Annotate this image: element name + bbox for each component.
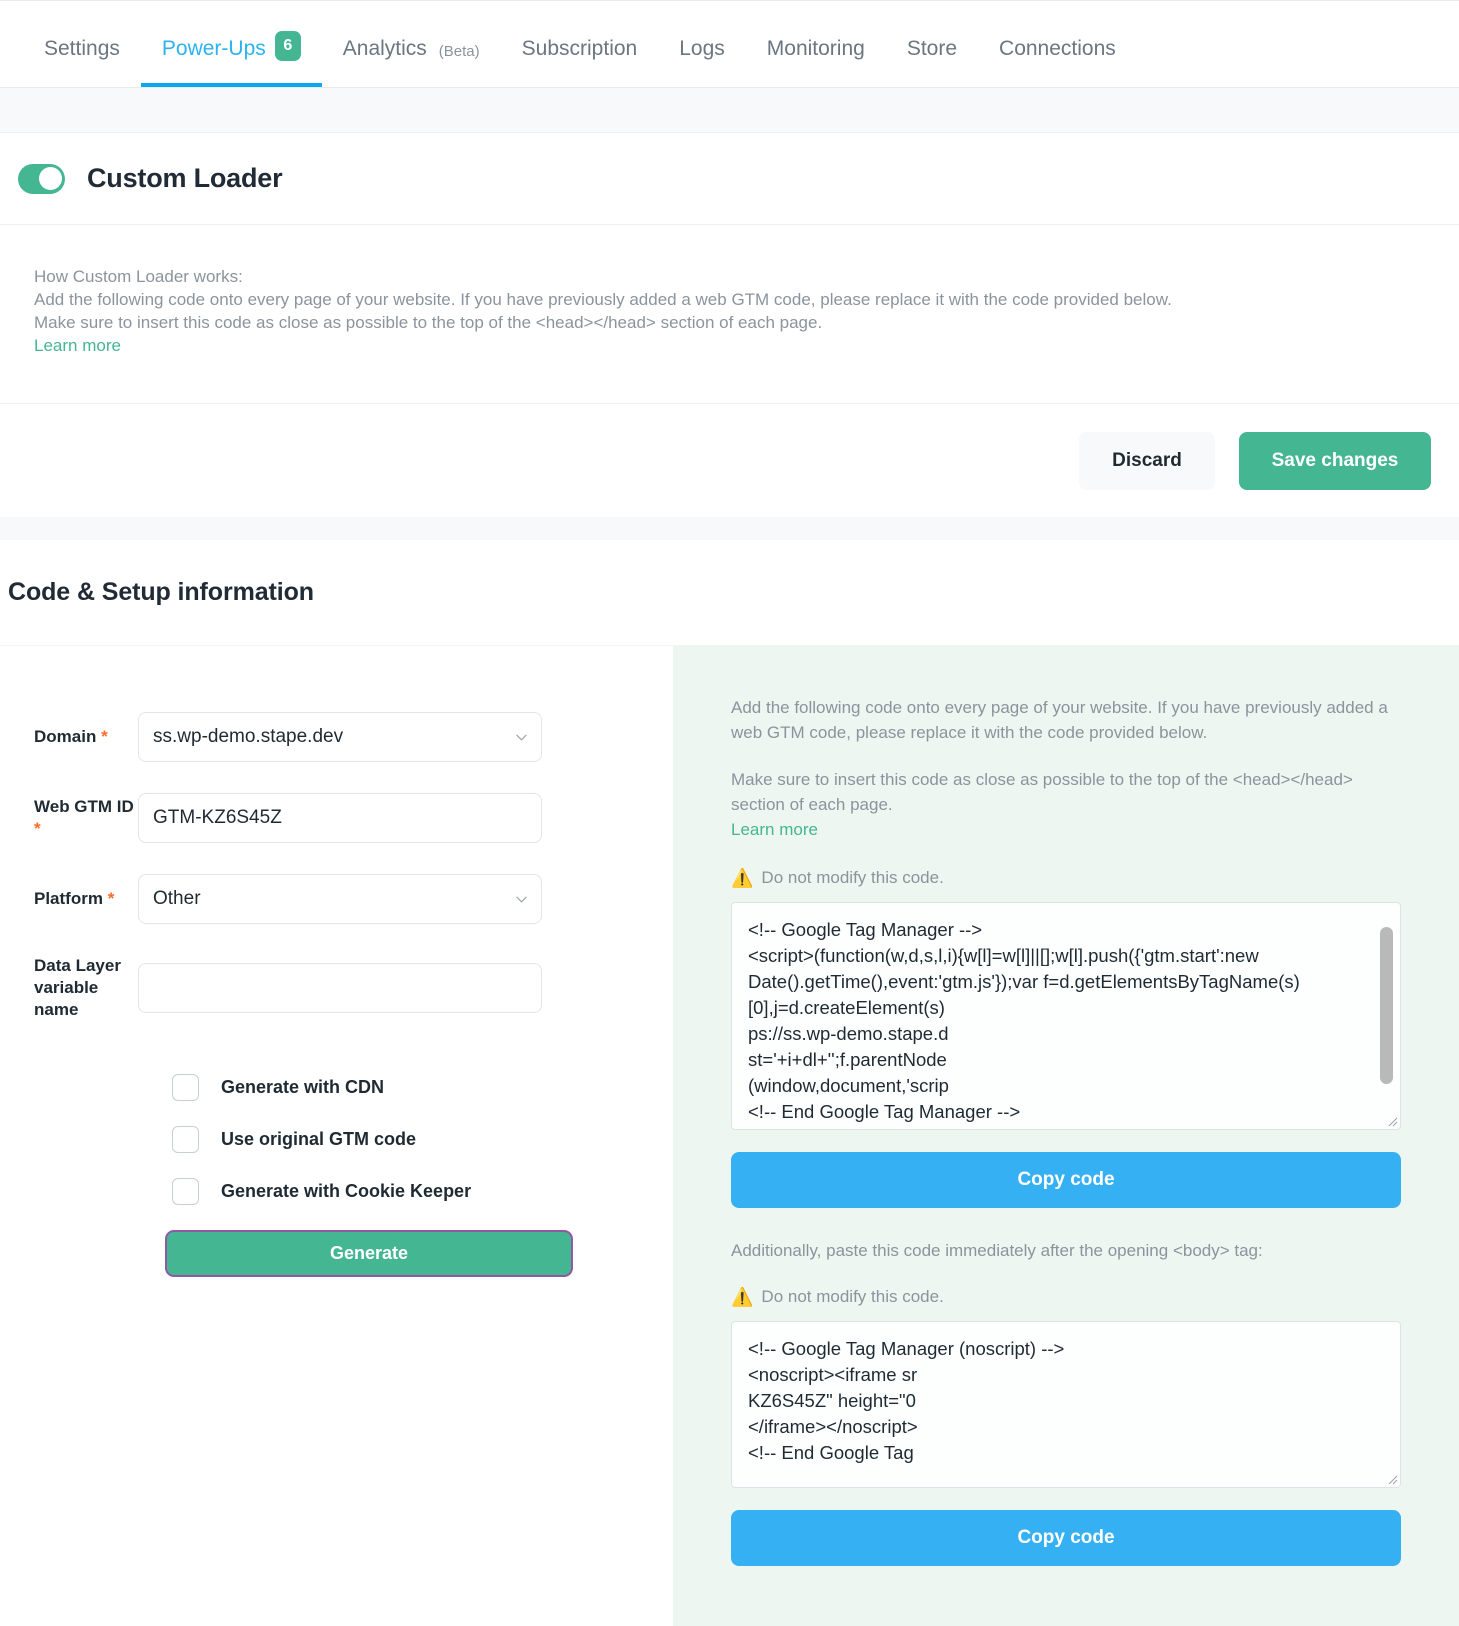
generate-with-cdn-label: Generate with CDN: [221, 1077, 385, 1097]
tab-store-label: Store: [906, 37, 958, 60]
web-gtm-id-label-text: Web GTM ID: [34, 797, 134, 816]
data-layer-variable-input[interactable]: [138, 963, 542, 1013]
generate-button[interactable]: Generate: [165, 1230, 573, 1277]
howto-learn-more-link[interactable]: Learn more: [34, 336, 121, 355]
tab-list: Settings Power-Ups 6 Analytics (Beta) Su…: [44, 1, 1137, 87]
tab-connections-label: Connections: [999, 37, 1116, 60]
tab-logs-label: Logs: [679, 37, 725, 60]
how-it-works-block: How Custom Loader works: Add the followi…: [0, 225, 1459, 404]
domain-select[interactable]: ss.wp-demo.stape.dev: [138, 712, 542, 762]
checkbox-row-generate-with-cdn: Generate with CDN: [172, 1074, 673, 1101]
web-gtm-id-label: Web GTM ID *: [0, 796, 138, 840]
tab-logs[interactable]: Logs: [658, 1, 746, 87]
howto-line-2: Make sure to insert this code as close a…: [34, 313, 823, 332]
generate-button-wrapper: Generate: [165, 1230, 573, 1277]
right-panel-learn-more-link[interactable]: Learn more: [731, 820, 818, 839]
custom-loader-toggle[interactable]: [18, 163, 65, 194]
head-code-textarea[interactable]: <!-- Google Tag Manager --> <script>(fun…: [731, 902, 1401, 1130]
head-code-scrollbar-thumb[interactable]: [1380, 927, 1393, 1084]
save-changes-button[interactable]: Save changes: [1239, 431, 1431, 490]
tab-power-ups-badge: 6: [274, 31, 301, 61]
tab-analytics[interactable]: Analytics (Beta): [322, 1, 501, 87]
data-layer-variable-label: Data Layer variable name: [34, 956, 121, 1019]
platform-select[interactable]: Other: [138, 874, 542, 924]
generate-with-cookie-keeper-label: Generate with Cookie Keeper: [221, 1181, 472, 1201]
setup-form-panel: Domain * ss.wp-demo.stape.dev Web GTM ID…: [0, 645, 673, 1626]
field-row-platform: Platform * Other: [0, 874, 673, 924]
generate-with-cdn-checkbox[interactable]: [172, 1074, 199, 1101]
platform-label: Platform *: [0, 888, 138, 910]
copy-head-code-button[interactable]: Copy code: [731, 1152, 1401, 1208]
tab-power-ups-label: Power-Ups: [161, 37, 266, 60]
right-panel-intro-1: Add the following code onto every page o…: [731, 698, 1388, 742]
tab-subscription-label: Subscription: [521, 37, 638, 60]
toggle-knob: [39, 167, 62, 190]
right-panel-intro-2: Make sure to insert this code as close a…: [731, 770, 1353, 814]
warning-icon: ⚠️: [731, 1287, 754, 1307]
field-row-web-gtm-id: Web GTM ID * GTM-KZ6S45Z: [0, 793, 673, 843]
platform-label-text: Platform: [34, 889, 103, 908]
web-gtm-id-required-marker: *: [34, 819, 41, 838]
custom-loader-header: Custom Loader: [0, 133, 1459, 225]
domain-label-text: Domain: [34, 727, 97, 746]
howto-heading: How Custom Loader works:: [34, 267, 243, 286]
tab-power-ups[interactable]: Power-Ups 6: [140, 1, 322, 87]
tab-analytics-label: Analytics: [342, 37, 427, 60]
howto-line-1: Add the following code onto every page o…: [34, 290, 1172, 309]
code-setup-wrapper: Domain * ss.wp-demo.stape.dev Web GTM ID…: [0, 645, 1459, 1626]
tab-store[interactable]: Store: [886, 1, 978, 87]
warning-line-head-code: ⚠️ Do not modify this code.: [731, 868, 1401, 888]
field-row-data-layer-variable: Data Layer variable name: [0, 955, 673, 1021]
tab-settings-label: Settings: [44, 37, 120, 60]
checkbox-row-use-original-gtm-code: Use original GTM code: [172, 1126, 673, 1153]
checkbox-row-generate-with-cookie-keeper: Generate with Cookie Keeper: [172, 1178, 673, 1205]
warning-line-body-code: ⚠️ Do not modify this code.: [731, 1287, 1401, 1307]
data-layer-variable-control: [138, 963, 542, 1013]
tab-connections[interactable]: Connections: [978, 1, 1137, 87]
platform-control: Other: [138, 874, 542, 924]
field-row-domain: Domain * ss.wp-demo.stape.dev: [0, 712, 673, 762]
domain-required-marker: *: [101, 727, 108, 746]
discard-button[interactable]: Discard: [1079, 431, 1215, 490]
copy-body-code-button[interactable]: Copy code: [731, 1510, 1401, 1566]
tab-analytics-beta-label: (Beta): [438, 43, 480, 60]
tab-monitoring-label: Monitoring: [766, 37, 865, 60]
body-code-content: <!-- Google Tag Manager (noscript) --> <…: [748, 1338, 1065, 1463]
use-original-gtm-code-checkbox[interactable]: [172, 1126, 199, 1153]
page-title: Custom Loader: [87, 163, 283, 193]
web-gtm-id-input[interactable]: GTM-KZ6S45Z: [138, 793, 542, 843]
domain-control: ss.wp-demo.stape.dev: [138, 712, 542, 762]
code-output-panel: Add the following code onto every page o…: [673, 645, 1459, 1626]
resize-handle-icon[interactable]: [1384, 1113, 1398, 1127]
tab-subscription[interactable]: Subscription: [501, 1, 659, 87]
tab-settings[interactable]: Settings: [44, 1, 141, 87]
resize-handle-icon[interactable]: [1384, 1471, 1398, 1485]
platform-required-marker: *: [107, 889, 115, 908]
use-original-gtm-code-label: Use original GTM code: [221, 1129, 417, 1149]
main-tabbar: Settings Power-Ups 6 Analytics (Beta) Su…: [0, 0, 1459, 88]
body-code-textarea[interactable]: <!-- Google Tag Manager (noscript) --> <…: [731, 1321, 1401, 1488]
head-code-scrollbar[interactable]: [1380, 913, 1393, 1119]
body-tag-note: Additionally, paste this code immediatel…: [731, 1241, 1263, 1260]
warning-text-head-code: Do not modify this code.: [761, 868, 944, 887]
web-gtm-id-control: GTM-KZ6S45Z: [138, 793, 542, 843]
warning-icon: ⚠️: [731, 868, 754, 888]
form-action-bar: Discard Save changes: [0, 404, 1459, 517]
domain-label: Domain *: [0, 726, 138, 748]
warning-text-body-code: Do not modify this code.: [761, 1287, 944, 1306]
generate-with-cookie-keeper-checkbox[interactable]: [172, 1178, 199, 1205]
section-divider-band: [0, 517, 1459, 540]
top-spacer-band: [0, 88, 1459, 133]
head-code-content: <!-- Google Tag Manager --> <script>(fun…: [748, 919, 1300, 1122]
tab-monitoring[interactable]: Monitoring: [746, 1, 886, 87]
section-title-code-setup: Code & Setup information: [0, 540, 1459, 645]
